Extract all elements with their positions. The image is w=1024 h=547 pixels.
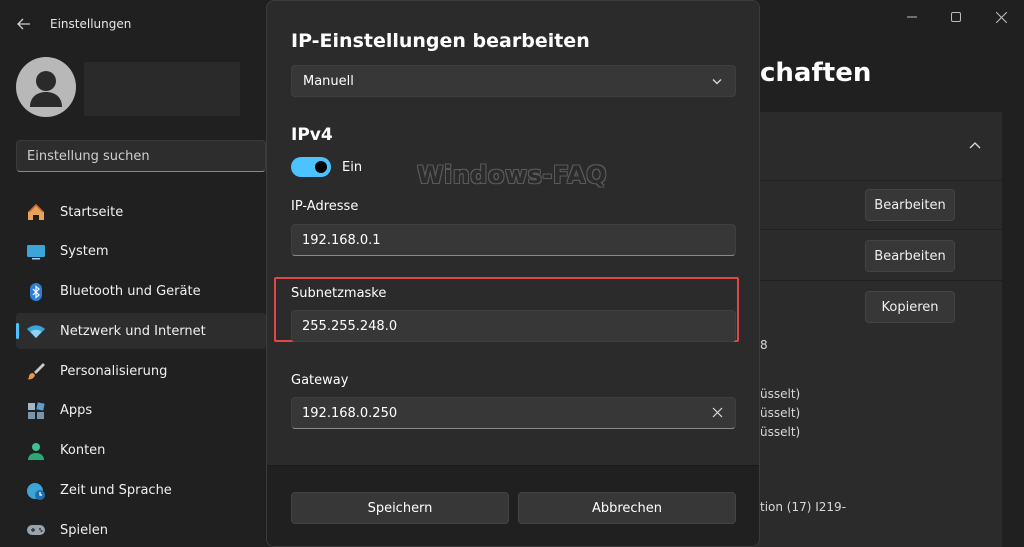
clear-icon[interactable] bbox=[712, 407, 723, 418]
person-icon bbox=[26, 441, 46, 461]
maximize-button[interactable] bbox=[934, 4, 978, 30]
gateway-input[interactable]: 192.168.0.250 bbox=[291, 397, 736, 429]
sidebar-item-zeit[interactable]: Zeit und Sprache bbox=[16, 473, 266, 509]
sidebar-item-system[interactable]: System bbox=[16, 234, 266, 270]
watermark: Windows-FAQ bbox=[417, 161, 607, 189]
sidebar-item-netzwerk[interactable]: Netzwerk und Internet bbox=[16, 313, 266, 350]
ip-settings-dialog: IP-Einstellungen bearbeiten Manuell IPv4… bbox=[266, 0, 760, 547]
ipv4-heading: IPv4 bbox=[291, 125, 333, 145]
sidebar-item-label: System bbox=[60, 244, 109, 260]
close-window-button[interactable] bbox=[979, 4, 1023, 30]
apps-icon bbox=[26, 401, 46, 421]
subnet-mask-label: Subnetzmaske bbox=[291, 286, 387, 301]
sidebar-nav: Startseite System Bluetooth und Geräte N… bbox=[16, 194, 266, 547]
minimize-button[interactable] bbox=[890, 4, 934, 30]
sidebar-item-startseite[interactable]: Startseite bbox=[16, 194, 266, 230]
search-input[interactable]: Einstellung suchen bbox=[16, 140, 266, 172]
dialog-title: IP-Einstellungen bearbeiten bbox=[291, 30, 590, 52]
sidebar-item-bluetooth[interactable]: Bluetooth und Geräte bbox=[16, 274, 266, 310]
chevron-down-icon bbox=[712, 79, 722, 85]
select-value: Manuell bbox=[303, 73, 354, 89]
gateway-label: Gateway bbox=[291, 373, 349, 388]
sidebar-item-apps[interactable]: Apps bbox=[16, 393, 266, 429]
properties-header-card[interactable] bbox=[740, 112, 1002, 180]
sidebar-item-spielen[interactable]: Spielen bbox=[16, 512, 266, 547]
subnet-mask-input[interactable]: 255.255.248.0 bbox=[291, 310, 736, 342]
arrow-left-icon bbox=[17, 18, 30, 30]
sidebar-item-personalisierung[interactable]: Personalisierung bbox=[16, 353, 266, 389]
ip-address-label: IP-Adresse bbox=[291, 199, 359, 214]
sidebar-item-label: Personalisierung bbox=[60, 363, 168, 379]
dialog-footer: Speichern Abbrechen bbox=[267, 465, 759, 546]
sidebar-item-label: Apps bbox=[60, 403, 93, 419]
edit-button[interactable]: Bearbeiten bbox=[865, 240, 955, 272]
property-value: üsselt) bbox=[760, 406, 801, 420]
ip-mode-select[interactable]: Manuell bbox=[291, 65, 736, 97]
ip-address-input[interactable]: 192.168.0.1 bbox=[291, 224, 736, 256]
chevron-up-icon bbox=[969, 142, 981, 149]
avatar[interactable] bbox=[16, 57, 76, 117]
window-title: Einstellungen bbox=[50, 17, 132, 31]
sidebar-item-label: Spielen bbox=[60, 522, 108, 538]
sidebar-item-label: Netzwerk und Internet bbox=[60, 323, 206, 339]
globe-clock-icon bbox=[26, 481, 46, 501]
property-value: tion (17) I219- bbox=[760, 500, 847, 514]
gamepad-icon bbox=[26, 520, 46, 540]
ip-address-value: 192.168.0.1 bbox=[302, 232, 381, 248]
sidebar-item-label: Konten bbox=[60, 443, 106, 459]
profile-name-redacted bbox=[84, 62, 240, 116]
brush-icon bbox=[26, 361, 46, 381]
sidebar-item-label: Bluetooth und Geräte bbox=[60, 284, 201, 300]
ipv4-toggle[interactable] bbox=[291, 157, 331, 177]
sidebar-item-konten[interactable]: Konten bbox=[16, 433, 266, 469]
edit-button[interactable]: Bearbeiten bbox=[865, 189, 955, 221]
user-icon bbox=[30, 71, 62, 107]
toggle-knob bbox=[315, 161, 327, 173]
property-value: üsselt) bbox=[760, 387, 801, 401]
copy-button[interactable]: Kopieren bbox=[865, 291, 955, 323]
home-icon bbox=[26, 202, 46, 222]
property-value: üsselt) bbox=[760, 425, 801, 439]
search-placeholder: Einstellung suchen bbox=[27, 148, 150, 164]
monitor-icon bbox=[26, 242, 46, 262]
maximize-icon bbox=[951, 12, 961, 22]
sidebar-item-label: Startseite bbox=[60, 204, 124, 220]
wifi-icon bbox=[26, 321, 46, 341]
close-icon bbox=[995, 11, 1007, 23]
minimize-icon bbox=[907, 16, 917, 18]
save-button[interactable]: Speichern bbox=[291, 492, 509, 524]
subnet-mask-value: 255.255.248.0 bbox=[302, 318, 398, 334]
gateway-value: 192.168.0.250 bbox=[302, 405, 398, 421]
property-value: 8 bbox=[760, 338, 768, 352]
sidebar-item-label: Zeit und Sprache bbox=[60, 483, 172, 499]
toggle-label: Ein bbox=[342, 160, 363, 175]
page-title: chaften bbox=[760, 58, 872, 88]
back-button[interactable] bbox=[10, 10, 38, 38]
bluetooth-icon bbox=[26, 282, 46, 302]
cancel-button[interactable]: Abbrechen bbox=[518, 492, 736, 524]
